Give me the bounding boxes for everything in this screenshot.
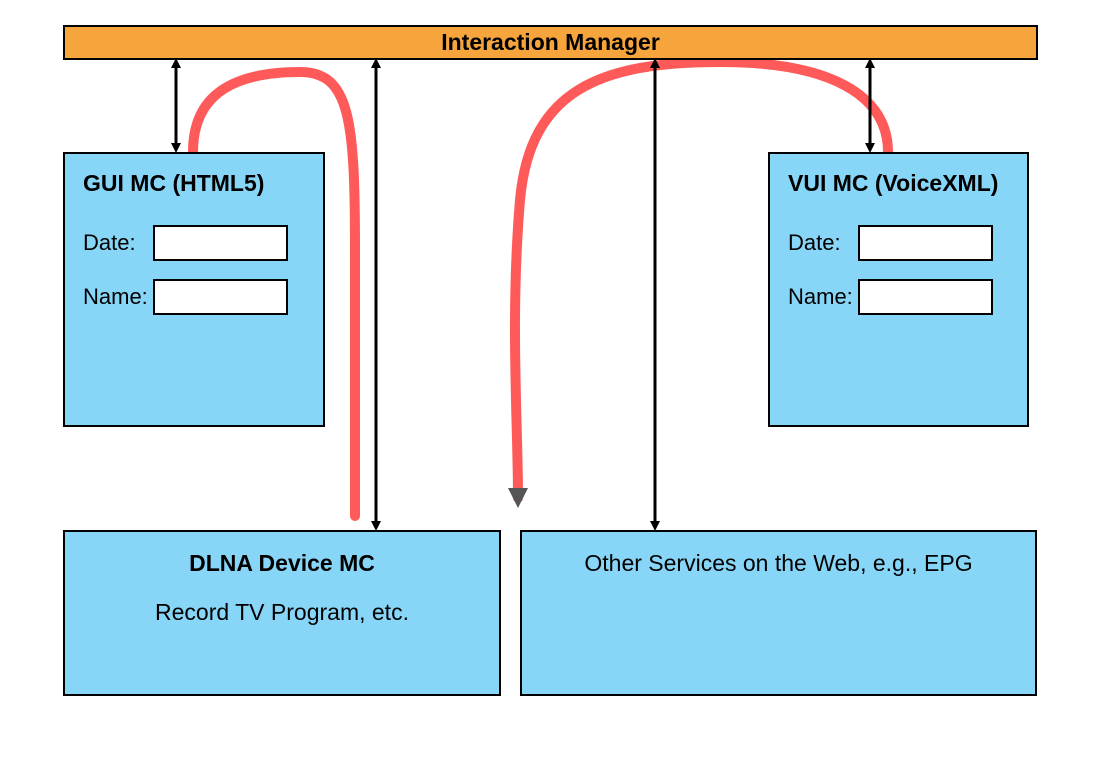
gui-mc-title: GUI MC (HTML5) [83,170,305,197]
gui-name-label: Name: [83,284,153,310]
other-services-title: Other Services on the Web, e.g., EPG [584,550,972,676]
vui-mc-box: VUI MC (VoiceXML) Date: Name: [768,152,1029,427]
interaction-manager-box: Interaction Manager [63,25,1038,60]
gui-date-input[interactable] [153,225,288,261]
vui-date-row: Date: [788,225,1009,261]
interaction-manager-title: Interaction Manager [441,29,660,56]
gui-date-row: Date: [83,225,305,261]
dlna-title: DLNA Device MC [87,550,477,577]
vui-name-row: Name: [788,279,1009,315]
vui-name-label: Name: [788,284,858,310]
vui-date-input[interactable] [858,225,993,261]
other-services-box: Other Services on the Web, e.g., EPG [520,530,1037,696]
vui-date-label: Date: [788,230,858,256]
dlna-subtitle: Record TV Program, etc. [87,599,477,626]
gui-mc-box: GUI MC (HTML5) Date: Name: [63,152,325,427]
gui-name-row: Name: [83,279,305,315]
vui-name-input[interactable] [858,279,993,315]
vui-mc-title: VUI MC (VoiceXML) [788,170,1009,197]
gui-name-input[interactable] [153,279,288,315]
gui-date-label: Date: [83,230,153,256]
dlna-box: DLNA Device MC Record TV Program, etc. [63,530,501,696]
